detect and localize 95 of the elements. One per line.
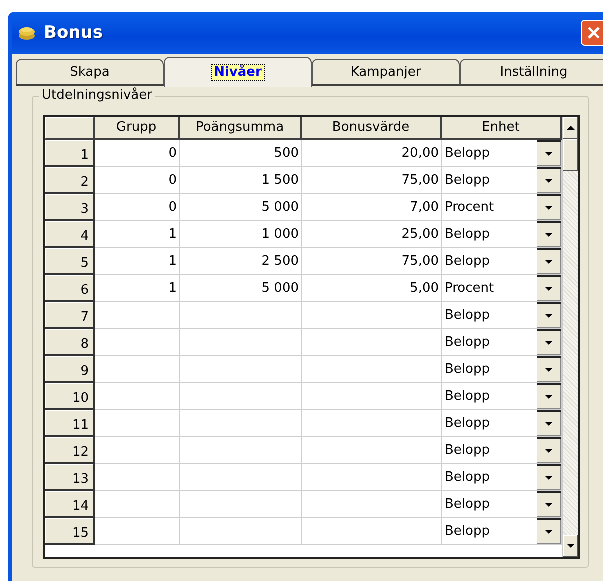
table-cell: 1 500 xyxy=(180,167,302,194)
dropdown-button[interactable] xyxy=(537,194,561,220)
dropdown-button[interactable] xyxy=(537,518,561,544)
row-header[interactable]: 6 xyxy=(45,275,95,302)
row-header[interactable]: 15 xyxy=(45,518,95,545)
unit-dropdown[interactable]: Belopp xyxy=(445,308,537,322)
scroll-thumb[interactable] xyxy=(563,139,578,171)
window-title: Bonus xyxy=(44,23,103,43)
dropdown-button[interactable] xyxy=(537,383,561,409)
dropdown-button[interactable] xyxy=(537,221,561,247)
dropdown-button[interactable] xyxy=(537,275,561,301)
caret-icon xyxy=(545,260,553,264)
caret-icon xyxy=(545,152,553,156)
scroll-down-icon xyxy=(566,544,574,548)
caret-icon xyxy=(545,233,553,237)
unit-dropdown[interactable]: Belopp xyxy=(445,226,537,242)
caret-icon xyxy=(545,206,553,210)
tab[interactable]: Inställning xyxy=(460,59,603,85)
table-cell: 0 xyxy=(95,194,180,221)
row-header[interactable]: 7 xyxy=(45,302,95,329)
table-cell: 1 xyxy=(95,221,180,248)
dropdown-button[interactable] xyxy=(537,329,561,355)
tab[interactable]: Nivåer xyxy=(164,57,312,87)
row-header[interactable]: 9 xyxy=(45,356,95,383)
table-cell: 5 000 xyxy=(180,275,302,302)
vertical-scrollbar[interactable] xyxy=(562,117,578,557)
row-header[interactable]: 1 xyxy=(45,140,95,167)
unit-dropdown[interactable]: Procent xyxy=(445,200,537,214)
row-header[interactable]: 13 xyxy=(45,464,95,491)
column-header[interactable]: Poängsumma xyxy=(180,117,302,140)
unit-dropdown[interactable]: Belopp xyxy=(445,388,537,404)
row-header[interactable]: 4 xyxy=(45,221,95,248)
unit-dropdown[interactable]: Belopp xyxy=(445,442,537,458)
table-cell: 5,00 xyxy=(302,275,442,302)
caret-icon xyxy=(545,476,553,480)
caret-icon xyxy=(545,503,553,507)
row-header[interactable]: 5 xyxy=(45,248,95,275)
table-cell: 75,00 xyxy=(302,248,442,275)
caret-icon xyxy=(545,368,553,372)
row-header[interactable]: 2 xyxy=(45,167,95,194)
row-header[interactable]: 11 xyxy=(45,410,95,437)
caret-icon xyxy=(545,422,553,426)
unit-dropdown[interactable]: Belopp xyxy=(445,416,537,430)
unit-dropdown[interactable]: Belopp xyxy=(445,254,537,268)
unit-dropdown[interactable]: Belopp xyxy=(445,172,537,188)
table-cell: 1 xyxy=(95,275,180,302)
close-icon xyxy=(587,26,601,40)
column-header[interactable]: Grupp xyxy=(95,117,180,140)
table-cell: 20,00 xyxy=(302,140,442,167)
caret-icon xyxy=(545,314,553,318)
dropdown-button[interactable] xyxy=(537,167,561,193)
row-header[interactable]: 10 xyxy=(45,383,95,410)
row-header[interactable]: 12 xyxy=(45,437,95,464)
tab[interactable]: Kampanjer xyxy=(312,59,460,85)
unit-dropdown[interactable]: Belopp xyxy=(445,470,537,484)
dropdown-button[interactable] xyxy=(537,248,561,274)
column-header[interactable]: Enhet xyxy=(442,117,562,140)
unit-dropdown[interactable]: Belopp xyxy=(445,146,537,160)
caret-icon xyxy=(545,449,553,453)
caret-icon xyxy=(545,179,553,183)
dropdown-button[interactable] xyxy=(537,140,561,166)
dropdown-button[interactable] xyxy=(537,437,561,463)
caret-icon xyxy=(545,341,553,345)
table-cell: 75,00 xyxy=(302,167,442,194)
dropdown-button[interactable] xyxy=(537,464,561,490)
unit-dropdown[interactable]: Belopp xyxy=(445,496,537,512)
close-button[interactable] xyxy=(581,20,603,46)
dropdown-button[interactable] xyxy=(537,410,561,436)
dropdown-button[interactable] xyxy=(537,491,561,517)
unit-dropdown[interactable]: Belopp xyxy=(445,362,537,376)
table-cell: 7,00 xyxy=(302,194,442,221)
dropdown-button[interactable] xyxy=(537,356,561,382)
tab[interactable]: Skapa xyxy=(16,59,164,85)
caret-icon xyxy=(545,530,553,534)
scroll-up-icon xyxy=(566,126,574,130)
coins-icon xyxy=(18,25,36,41)
caret-icon xyxy=(545,287,553,291)
group-label: Utdelningsnivåer xyxy=(39,88,156,103)
caret-icon xyxy=(545,395,553,399)
table-cell: 1 xyxy=(95,248,180,275)
dropdown-button[interactable] xyxy=(537,302,561,328)
table-cell: 0 xyxy=(95,167,180,194)
table-cell: 500 xyxy=(180,140,302,167)
unit-dropdown[interactable]: Procent xyxy=(445,280,537,296)
column-header[interactable]: Bonusvärde xyxy=(302,117,442,140)
row-header[interactable]: 14 xyxy=(45,491,95,518)
table-cell: 2 500 xyxy=(180,248,302,275)
unit-dropdown[interactable]: Belopp xyxy=(445,524,537,538)
row-header[interactable]: 3 xyxy=(45,194,95,221)
table-cell: 5 000 xyxy=(180,194,302,221)
table-cell: 0 xyxy=(95,140,180,167)
table-cell: 25,00 xyxy=(302,221,442,248)
unit-dropdown[interactable]: Belopp xyxy=(445,334,537,350)
row-header[interactable]: 8 xyxy=(45,329,95,356)
table-cell: 1 000 xyxy=(180,221,302,248)
